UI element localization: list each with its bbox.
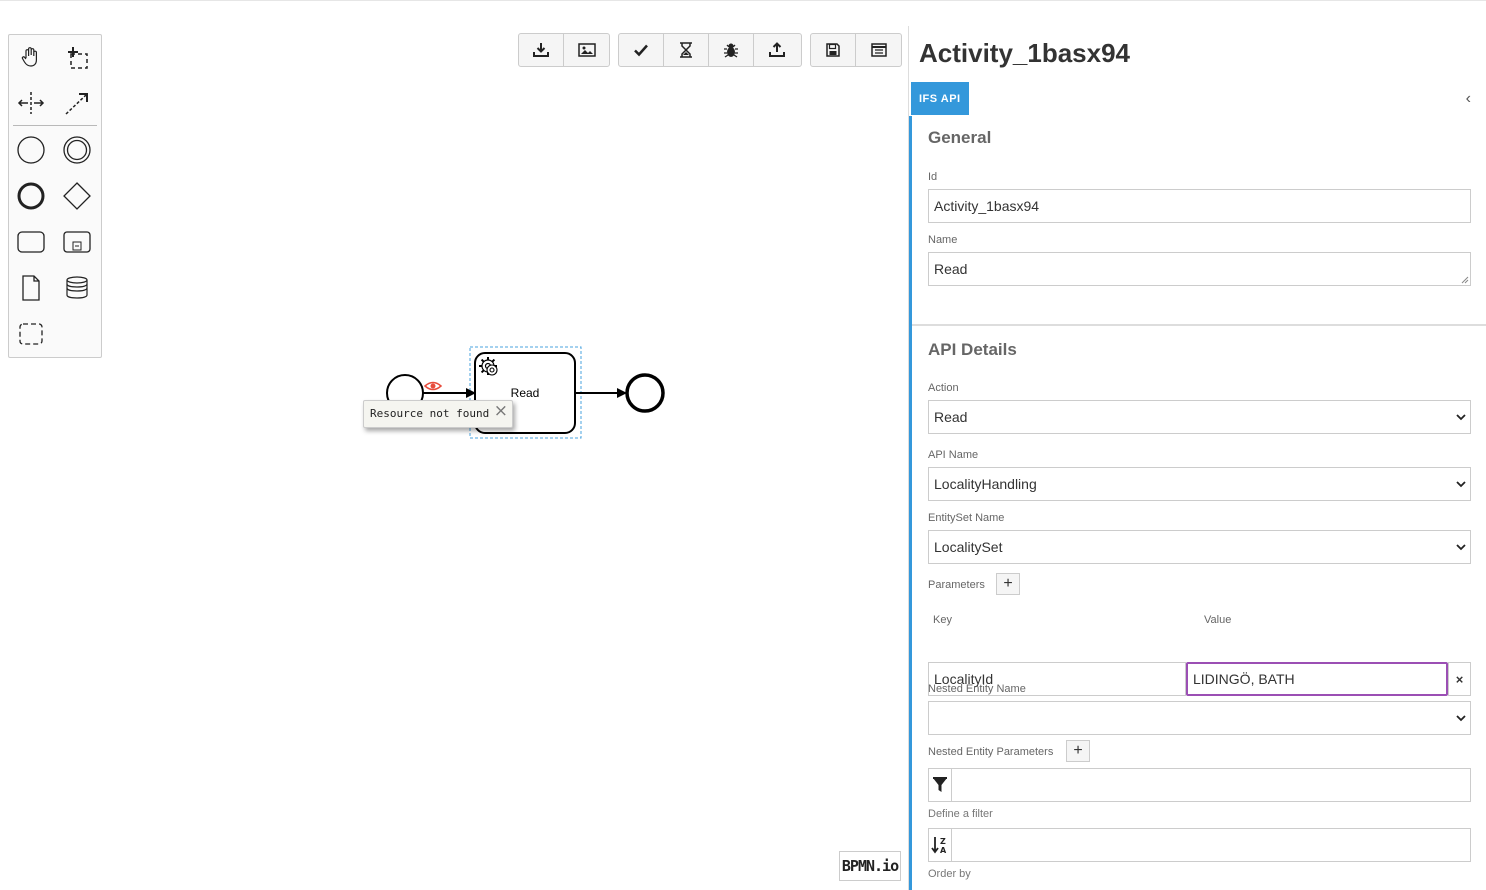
global-connect-tool-icon[interactable] [57,83,97,123]
action-label: Action [928,382,959,394]
sort-icon: ZA [928,828,952,862]
orderby-input[interactable] [952,828,1471,862]
start-event-icon[interactable] [11,130,51,170]
id-label: Id [928,171,938,183]
id-value: Activity_1basx94 [934,198,1040,214]
api-name-value: LocalityHandling [934,476,1037,492]
check-icon[interactable] [619,34,664,66]
lasso-tool-icon[interactable] [57,37,97,77]
filter-input[interactable] [952,768,1471,802]
close-icon[interactable]: × [494,401,508,421]
save-toolbar-group [810,33,902,67]
add-parameter-button[interactable]: + [996,573,1020,595]
intermediate-event-icon[interactable] [57,130,97,170]
save-icon[interactable] [811,34,856,66]
tools-toolbar-group [618,33,802,67]
filter-icon [928,768,952,802]
tab-content: General Id Activity_1basx94 Name Read AP… [909,116,1486,890]
diagram-svg: Read [386,346,665,439]
param-value-text: LIDINGÖ, BATH [1193,671,1295,687]
name-value: Read [934,261,968,277]
add-nested-parameter-button[interactable]: + [1066,740,1090,762]
api-name-select[interactable]: LocalityHandling [928,467,1471,501]
orderby-help: Order by [928,868,971,880]
download-icon[interactable] [519,34,564,66]
name-label: Name [928,234,958,246]
value-column-label: Value [1204,614,1232,626]
tooltip-text: Resource not found [370,407,490,420]
properties-panel: Activity_1basx94 IFS API ‹ General Id Ac… [908,26,1486,890]
end-event-icon[interactable] [11,176,51,216]
image-icon[interactable] [564,34,609,66]
chevron-left-icon[interactable]: ‹ [1466,90,1471,108]
chevron-down-icon [1456,715,1466,722]
group-title-api-details: API Details [928,340,1017,359]
diagram-canvas[interactable]: Read Resource not found × BPMN.io [0,0,908,890]
subprocess-icon[interactable] [57,222,97,262]
end-event[interactable] [625,373,665,413]
upload-icon[interactable] [754,34,799,66]
tab-ifs-api[interactable]: IFS API [911,82,969,115]
chevron-down-icon [1456,414,1466,421]
parameters-label: Parameters [928,579,985,591]
group-icon[interactable] [11,314,51,354]
nested-entity-select[interactable] [928,701,1471,735]
bpmn-io-logo[interactable]: BPMN.io [839,851,901,881]
tab-bar: IFS API ‹ [911,82,1486,116]
tool-palette [8,34,102,358]
filter-help: Define a filter [928,808,993,820]
space-tool-icon[interactable] [11,83,51,123]
id-field[interactable]: Activity_1basx94 [928,189,1471,223]
svg-text:A: A [940,846,947,854]
param-value-input[interactable]: LIDINGÖ, BATH [1186,662,1448,696]
error-tooltip: Resource not found × [363,400,513,428]
api-name-label: API Name [928,449,979,461]
gateway-icon[interactable] [57,176,97,216]
group-title-general: General [928,128,992,147]
name-field[interactable]: Read [928,252,1471,286]
bug-icon[interactable] [709,34,754,66]
hourglass-icon[interactable] [664,34,709,66]
entityset-label: EntitySet Name [928,512,1005,524]
entityset-select[interactable]: LocalitySet [928,530,1471,564]
palette-separator [13,125,97,126]
hand-tool-icon[interactable] [11,37,51,77]
action-select[interactable]: Read [928,400,1471,434]
eye-icon[interactable] [423,381,443,391]
nested-params-label: Nested Entity Parameters [928,746,1054,758]
data-object-icon[interactable] [11,268,51,308]
entityset-value: LocalitySet [934,539,1003,555]
svg-text:Z: Z [940,837,946,846]
chevron-down-icon [1456,481,1466,488]
panel-title: Activity_1basx94 [919,38,1131,68]
action-value: Read [934,409,968,425]
export-toolbar-group [518,33,610,67]
resize-handle-icon[interactable] [1461,276,1469,284]
nested-entity-label: Nested Entity Name [928,683,1026,695]
data-store-icon[interactable] [57,268,97,308]
chevron-down-icon [1456,544,1466,551]
key-column-label: Key [933,614,952,626]
remove-parameter-button[interactable]: × [1448,662,1471,696]
group-separator [912,324,1486,326]
task-icon[interactable] [11,222,51,262]
task-label: Read [511,386,540,400]
list-icon[interactable] [856,34,901,66]
